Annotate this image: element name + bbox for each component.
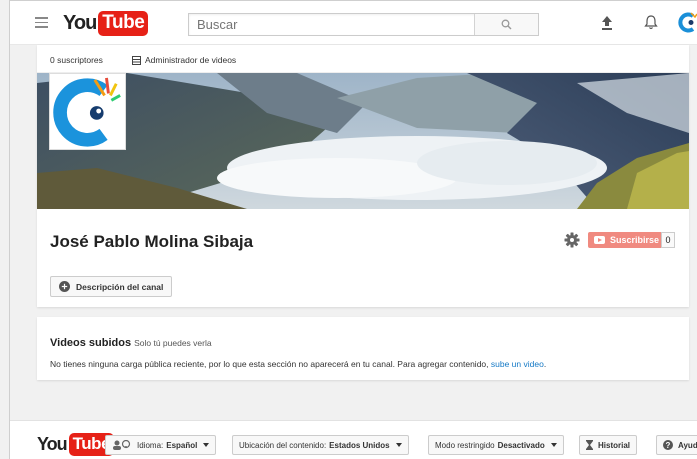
channel-name: José Pablo Molina Sibaja xyxy=(50,232,254,251)
help-label: Ayuda xyxy=(678,440,697,450)
language-icon xyxy=(113,440,131,450)
plus-icon xyxy=(59,281,70,292)
search-icon xyxy=(501,19,512,30)
uploads-message: No tienes ninguna carga pública reciente… xyxy=(50,359,546,369)
uploads-heading: Videos subidos Solo tú puedes verla xyxy=(50,337,212,349)
gear-icon[interactable] xyxy=(564,232,580,248)
menu-icon[interactable] xyxy=(35,17,48,28)
history-label: Historial xyxy=(598,440,631,450)
video-manager-label: Administrador de videos xyxy=(145,55,237,65)
restricted-mode-picker[interactable]: Modo restringido Desactivado xyxy=(428,435,564,455)
logo-you: You xyxy=(63,11,97,34)
uploads-visibility: Solo tú puedes verla xyxy=(134,338,212,348)
uploads-title: Videos subidos xyxy=(50,337,132,349)
location-picker[interactable]: Ubicación del contenido: Estados Unidos xyxy=(232,435,409,455)
footer-youtube-logo[interactable]: You Tube xyxy=(37,432,115,456)
browser-page: You Tube 0 xyxy=(9,0,697,459)
channel-banner xyxy=(37,73,689,209)
channel-description-button[interactable]: Descripción del canal xyxy=(50,276,173,297)
language-label: Idioma: xyxy=(137,440,164,450)
uploads-section: Videos subidos Solo tú puedes verla No ti… xyxy=(37,317,689,380)
language-picker[interactable]: Idioma: Español xyxy=(105,435,217,455)
location-label: Ubicación del contenido: xyxy=(239,440,327,450)
history-button[interactable]: Historial xyxy=(579,435,638,455)
svg-text:?: ? xyxy=(666,441,671,450)
channel-subbar: 0 suscriptores Administrador de videos xyxy=(37,45,689,73)
uploads-message-end: . xyxy=(543,359,547,369)
hourglass-icon xyxy=(586,440,593,450)
subscribe-count: 0 xyxy=(661,232,675,248)
masthead: You Tube xyxy=(10,1,697,45)
footer-logo-you: You xyxy=(37,433,68,454)
upload-video-link[interactable]: sube un video xyxy=(491,359,544,369)
uploads-message-text: No tienes ninguna carga pública reciente… xyxy=(50,359,491,369)
upload-icon[interactable] xyxy=(600,13,614,31)
subscribe-button[interactable]: Suscribirse xyxy=(588,232,666,248)
channel-description-label: Descripción del canal xyxy=(76,281,164,292)
chevron-down-icon xyxy=(203,443,210,447)
search-button[interactable] xyxy=(474,14,538,35)
chevron-down-icon xyxy=(395,443,402,447)
footer: You Tube Idioma: Español Ubicación del c… xyxy=(10,420,697,459)
channel-header: 0 suscriptores Administrador de videos J… xyxy=(37,45,689,307)
logo-tube: Tube xyxy=(98,10,149,36)
restricted-value: Desactivado xyxy=(497,440,545,450)
location-value: Estados Unidos xyxy=(329,440,390,450)
help-icon: ? xyxy=(663,440,673,450)
play-icon xyxy=(594,236,605,244)
search-box xyxy=(188,13,539,36)
restricted-label: Modo restringido xyxy=(435,440,495,450)
subscribe-label: Suscribirse xyxy=(610,235,660,245)
chevron-down-icon xyxy=(550,443,557,447)
youtube-logo[interactable]: You Tube xyxy=(63,10,149,36)
help-button[interactable]: ? Ayuda xyxy=(656,435,697,455)
language-value: Español xyxy=(166,440,198,450)
bell-icon[interactable] xyxy=(644,13,658,31)
subscriber-count: 0 suscriptores xyxy=(50,55,103,65)
video-manager-icon xyxy=(132,55,141,65)
search-input[interactable] xyxy=(189,14,499,35)
avatar[interactable] xyxy=(678,11,697,33)
channel-avatar[interactable] xyxy=(49,73,126,150)
video-manager-link[interactable]: Administrador de videos xyxy=(132,55,236,65)
